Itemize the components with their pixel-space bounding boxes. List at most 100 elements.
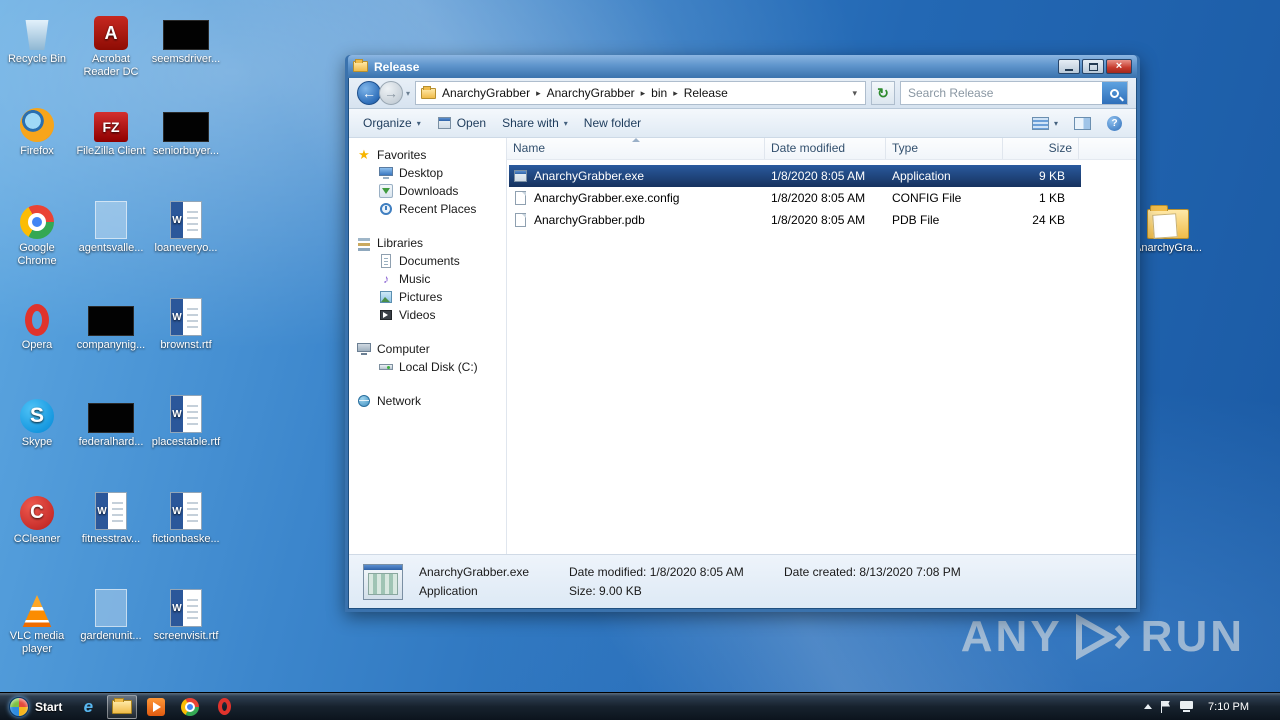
- desktop-icon-label: fitnesstrav...: [81, 533, 141, 545]
- desktop-icon-label: Google Chrome: [17, 242, 57, 267]
- desktop-icon-firefox[interactable]: Firefox: [1, 100, 73, 158]
- taskbar-opera-button[interactable]: [209, 695, 239, 719]
- desktop-icon-seemsdriver[interactable]: seemsdriver...: [150, 8, 222, 66]
- column-header-name[interactable]: Name: [507, 138, 765, 159]
- desktop-icon-placestable[interactable]: placestable.rtf: [150, 391, 222, 449]
- nav-group-favorites[interactable]: ★ Favorites: [357, 146, 506, 164]
- change-view-button[interactable]: ▾: [1024, 113, 1066, 134]
- close-button[interactable]: ×: [1106, 59, 1132, 74]
- start-button[interactable]: Start: [0, 693, 71, 720]
- back-button[interactable]: ←: [357, 81, 381, 105]
- desktop-icon-gardenunit[interactable]: gardenunit...: [75, 585, 147, 643]
- file-row-anarchygrabber-pdb[interactable]: AnarchyGrabber.pdb 1/8/2020 8:05 AM PDB …: [509, 209, 1081, 231]
- share-with-menu[interactable]: Share with ▾: [494, 112, 576, 134]
- chevron-down-icon: ▾: [1053, 118, 1058, 128]
- file-type: Application: [892, 169, 951, 183]
- desktop-icon-label: Opera: [21, 339, 53, 351]
- search-input[interactable]: [901, 86, 1102, 100]
- nav-group-network[interactable]: Network: [357, 392, 506, 410]
- desktop-icon-seniorbuyer[interactable]: seniorbuyer...: [150, 100, 222, 158]
- column-header-size[interactable]: Size: [1003, 138, 1079, 159]
- nav-item-local-disk-c[interactable]: Local Disk (C:): [357, 358, 506, 376]
- desktop-icon-companynig[interactable]: companynig...: [75, 294, 147, 352]
- search-button[interactable]: [1102, 82, 1127, 104]
- tray-expand-icon[interactable]: [1144, 704, 1153, 709]
- column-header-type[interactable]: Type: [886, 138, 1003, 159]
- document-ghost-icon: [95, 589, 127, 627]
- desktop-icon-google-chrome[interactable]: Google Chrome: [1, 197, 73, 268]
- nav-group-libraries[interactable]: Libraries: [357, 234, 506, 252]
- videos-icon: [379, 308, 393, 322]
- chrome-icon: [181, 697, 200, 716]
- desktop-icon-brownst[interactable]: brownst.rtf: [150, 294, 222, 352]
- taskbar-explorer-button[interactable]: [107, 694, 138, 719]
- nav-item-music[interactable]: ♪ Music: [357, 270, 506, 288]
- file-name: AnarchyGrabber.pdb: [534, 213, 645, 227]
- desktop-icon-anarchygrabber-folder[interactable]: AnarchyGra...: [1132, 197, 1204, 255]
- window-title: Release: [374, 59, 420, 74]
- breadcrumb-item-release[interactable]: Release: [681, 84, 731, 102]
- crumb-separator-icon[interactable]: ▸: [673, 88, 678, 99]
- taskbar-chrome-button[interactable]: [175, 695, 205, 719]
- preview-pane-button[interactable]: [1066, 113, 1099, 134]
- crumb-separator-icon[interactable]: ▸: [641, 88, 646, 99]
- desktop-icon-federalhard[interactable]: federalhard...: [75, 391, 147, 449]
- network-status-icon[interactable]: [1180, 701, 1194, 712]
- forward-button[interactable]: →: [379, 81, 403, 105]
- breadcrumb-item-anarchygrabber-2[interactable]: AnarchyGrabber: [544, 84, 638, 102]
- desktop-icon-ccleaner[interactable]: C CCleaner: [1, 488, 73, 546]
- nav-item-downloads[interactable]: Downloads: [357, 182, 506, 200]
- taskbar-clock[interactable]: 7:10 PM: [1202, 701, 1255, 713]
- crumb-separator-icon[interactable]: ▸: [536, 88, 541, 99]
- desktop-icon-label: Firefox: [20, 145, 54, 157]
- nav-item-label: Recent Places: [399, 202, 477, 216]
- refresh-button[interactable]: ↻: [871, 81, 895, 105]
- nav-item-documents[interactable]: Documents: [357, 252, 506, 270]
- nav-group-computer[interactable]: Computer: [357, 340, 506, 358]
- nav-item-recent-places[interactable]: Recent Places: [357, 200, 506, 218]
- file-type: PDB File: [892, 213, 940, 227]
- breadcrumb-item-bin[interactable]: bin: [648, 84, 670, 102]
- desktop-icon-skype[interactable]: S Skype: [1, 391, 73, 449]
- desktop-icon-fictionbaske[interactable]: fictionbaske...: [150, 488, 222, 546]
- nav-history-dropdown-icon[interactable]: ▾: [406, 89, 410, 98]
- desktop-icon-vlc[interactable]: VLC media player: [1, 585, 73, 656]
- desktop-icon-recycle-bin[interactable]: Recycle Bin: [1, 8, 73, 66]
- desktop-icon-filezilla[interactable]: FZ FileZilla Client: [75, 100, 147, 158]
- file-row-anarchygrabber-exe-config[interactable]: AnarchyGrabber.exe.config 1/8/2020 8:05 …: [509, 187, 1081, 209]
- organize-menu[interactable]: Organize ▾: [355, 112, 429, 134]
- computer-label: Computer: [377, 342, 430, 356]
- firefox-icon: [20, 108, 54, 142]
- desktop-icon-acrobat[interactable]: A Acrobat Reader DC: [75, 8, 147, 79]
- nav-item-pictures[interactable]: Pictures: [357, 288, 506, 306]
- desktop-icon-label: fictionbaske...: [152, 533, 220, 545]
- column-header-date-modified[interactable]: Date modified: [765, 138, 886, 159]
- address-dropdown-icon[interactable]: ▾: [849, 88, 860, 99]
- word-document-icon: [170, 201, 202, 239]
- desktop-icon-screenvisit[interactable]: screenvisit.rtf: [150, 585, 222, 643]
- maximize-button[interactable]: [1082, 59, 1104, 74]
- network-globe-icon: [357, 394, 371, 408]
- desktop-icon-opera[interactable]: Opera: [1, 294, 73, 352]
- desktop-icon-loaneveryo[interactable]: loaneveryo...: [150, 197, 222, 255]
- minimize-button[interactable]: [1058, 59, 1080, 74]
- action-center-flag-icon[interactable]: [1161, 700, 1171, 713]
- taskbar-media-player-button[interactable]: [141, 695, 171, 719]
- file-row-anarchygrabber-exe[interactable]: AnarchyGrabber.exe 1/8/2020 8:05 AM Appl…: [509, 165, 1081, 187]
- desktop-icon-agentsvalle[interactable]: agentsvalle...: [75, 197, 147, 255]
- nav-item-videos[interactable]: Videos: [357, 306, 506, 324]
- desktop-icon-fitnesstrav[interactable]: fitnesstrav...: [75, 488, 147, 546]
- new-folder-button[interactable]: New folder: [576, 112, 649, 134]
- taskbar-ie-button[interactable]: e: [73, 695, 103, 719]
- nav-item-desktop[interactable]: Desktop: [357, 164, 506, 182]
- window-titlebar[interactable]: Release ×: [348, 55, 1137, 78]
- open-button[interactable]: Open: [429, 112, 494, 134]
- help-button[interactable]: [1099, 112, 1130, 135]
- breadcrumb[interactable]: AnarchyGrabber ▸ AnarchyGrabber ▸ bin ▸ …: [415, 81, 866, 105]
- desktop-icon-label: screenvisit.rtf: [153, 630, 219, 642]
- help-icon: [1107, 115, 1122, 131]
- breadcrumb-item-anarchygrabber[interactable]: AnarchyGrabber: [439, 84, 533, 102]
- word-document-icon: [170, 395, 202, 433]
- chrome-icon: [20, 205, 54, 239]
- sort-ascending-icon: [631, 138, 640, 142]
